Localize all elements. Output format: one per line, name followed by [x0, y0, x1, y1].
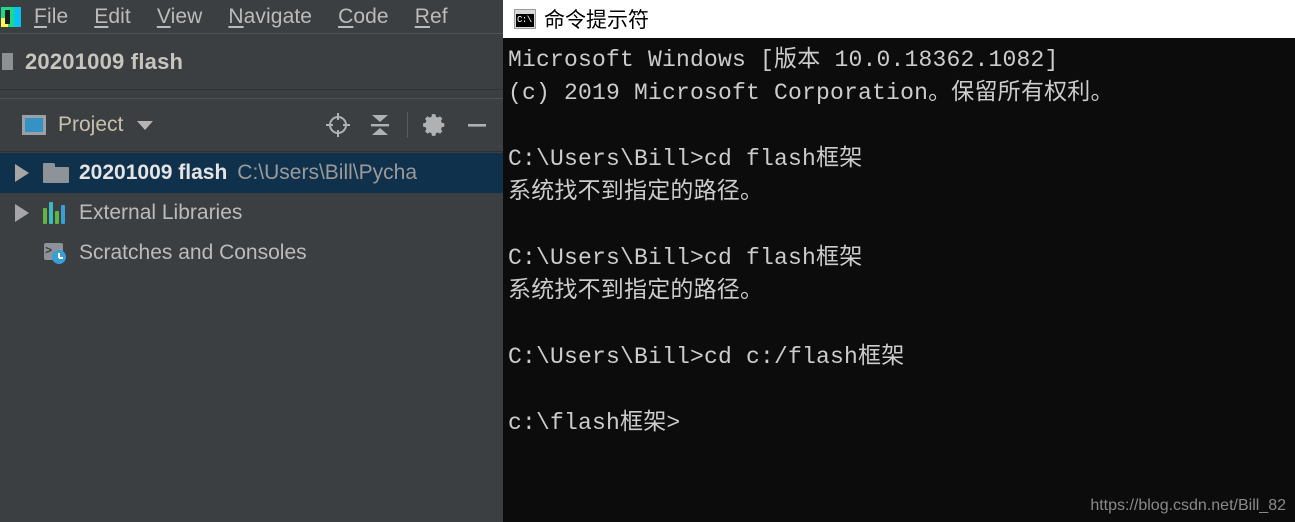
pycharm-logo-icon: [1, 6, 21, 27]
hide-panel-icon[interactable]: [460, 108, 494, 142]
console-line: Microsoft Windows [版本 10.0.18362.1082]: [508, 47, 1059, 73]
tree-node-label: Scratches and Consoles: [79, 241, 307, 264]
menu-mnemonic-edit: E: [94, 4, 109, 28]
menu-mnemonic-navigate: N: [228, 4, 244, 28]
tree-node-label: 20201009 flash: [79, 161, 228, 184]
expand-arrow-icon[interactable]: [15, 164, 29, 182]
console-output[interactable]: Microsoft Windows [版本 10.0.18362.1082] (…: [503, 38, 1295, 522]
menu-mnemonic-code: C: [338, 4, 354, 28]
console-line: C:\Users\Bill>cd flash框架: [508, 146, 863, 172]
menu-label-view: iew: [170, 4, 203, 28]
settings-gear-icon[interactable]: [418, 108, 452, 142]
tool-window-header-divider: [0, 151, 504, 152]
menu-mnemonic-file: F: [34, 4, 47, 28]
project-tree[interactable]: 20201009 flash C:\Users\Bill\Pycha Exter…: [0, 153, 504, 522]
tree-node-path: C:\Users\Bill\Pycha: [237, 161, 418, 184]
module-icon: [2, 53, 13, 70]
menu-item-refactor[interactable]: Ref: [402, 5, 461, 29]
project-view-icon: [22, 115, 46, 135]
breadcrumb-project-name[interactable]: 20201009 flash: [25, 49, 183, 75]
folder-icon: [43, 163, 69, 183]
menu-item-file[interactable]: File: [21, 5, 81, 29]
console-line: 系统找不到指定的路径。: [508, 278, 764, 304]
tree-node-project-root[interactable]: 20201009 flash C:\Users\Bill\Pycha: [0, 153, 504, 193]
project-tool-window-title[interactable]: Project: [58, 113, 123, 137]
locate-in-tree-icon[interactable]: [321, 108, 355, 142]
menu-item-view[interactable]: View: [144, 5, 216, 29]
tree-node-scratches-and-consoles[interactable]: > Scratches and Consoles: [0, 233, 504, 273]
menu-label-edit: dit: [108, 4, 131, 28]
menu-label-file: ile: [46, 4, 69, 28]
tree-node-external-libraries[interactable]: External Libraries: [0, 193, 504, 233]
command-prompt-title: 命令提示符: [544, 9, 649, 32]
watermark-text: https://blog.csdn.net/Bill_82: [1090, 497, 1286, 514]
command-prompt-titlebar[interactable]: 命令提示符: [503, 0, 1295, 38]
command-prompt-icon: [514, 9, 536, 29]
menu-label-refactor: ef: [429, 4, 448, 28]
menu-label-code: ode: [353, 4, 389, 28]
menu-mnemonic-view: V: [156, 4, 171, 28]
menu-mnemonic-refactor: R: [414, 4, 430, 28]
chevron-down-icon[interactable]: [137, 120, 154, 130]
screenshot-root: File Edit View Navigate Code Ref 2020100…: [0, 0, 1295, 522]
console-line: (c) 2019 Microsoft Corporation。保留所有权利。: [508, 80, 1114, 106]
menu-label-navigate: avigate: [243, 4, 313, 28]
project-tool-window-header: Project: [0, 99, 504, 151]
console-prompt-line: c:\flash框架>: [508, 410, 681, 436]
menu-item-navigate[interactable]: Navigate: [215, 5, 325, 29]
console-line: 系统找不到指定的路径。: [508, 179, 764, 205]
expand-arrow-icon[interactable]: [15, 204, 29, 222]
menu-item-code[interactable]: Code: [325, 5, 402, 29]
command-prompt-window[interactable]: 命令提示符 Microsoft Windows [版本 10.0.18362.1…: [503, 0, 1295, 522]
tree-node-label: External Libraries: [79, 201, 243, 224]
collapse-all-icon[interactable]: [363, 108, 397, 142]
tool-window-actions: [317, 99, 498, 151]
scratches-consoles-icon: >: [43, 242, 69, 264]
menu-item-edit[interactable]: Edit: [81, 5, 144, 29]
toolbar-divider: [407, 112, 408, 138]
external-libraries-icon: [43, 202, 69, 224]
console-line: C:\Users\Bill>cd c:/flash框架: [508, 344, 905, 370]
console-line: C:\Users\Bill>cd flash框架: [508, 245, 863, 271]
